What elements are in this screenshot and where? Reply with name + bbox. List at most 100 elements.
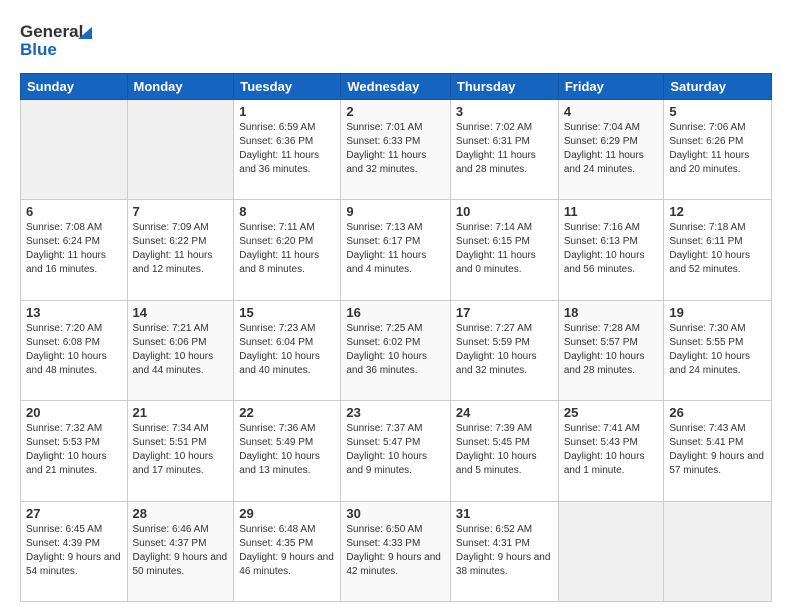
calendar-cell: 16Sunrise: 7:25 AM Sunset: 6:02 PM Dayli… bbox=[341, 300, 451, 400]
day-info: Sunrise: 7:43 AM Sunset: 5:41 PM Dayligh… bbox=[669, 422, 766, 478]
day-number: 3 bbox=[456, 104, 553, 119]
calendar-cell: 14 Sunrise: 7:21 AM Sunset: 6:06 PM Dayli… bbox=[127, 300, 234, 400]
calendar-cell: 6Sunrise: 7:08 AM Sunset: 6:24 PM Daylig… bbox=[21, 200, 128, 300]
day-info: Sunrise: 7:14 AM Sunset: 6:15 PM Dayligh… bbox=[456, 221, 553, 277]
day-info: Sunrise: 7:11 AM Sunset: 6:20 PM Dayligh… bbox=[239, 221, 335, 277]
day-number: 18 bbox=[564, 305, 659, 320]
day-number: 9 bbox=[346, 204, 445, 219]
day-number: 27 bbox=[26, 506, 122, 521]
calendar-cell: 24Sunrise: 7:39 AM Sunset: 5:45 PM Dayli… bbox=[450, 401, 558, 501]
day-info: Sunrise: 6:48 AM Sunset: 4:35 PM Dayligh… bbox=[239, 523, 335, 579]
day-number: 5 bbox=[669, 104, 766, 119]
day-number: 2 bbox=[346, 104, 445, 119]
day-info: Sunrise: 7:34 AM Sunset: 5:51 PM Dayligh… bbox=[133, 422, 229, 478]
week-row-2: 6Sunrise: 7:08 AM Sunset: 6:24 PM Daylig… bbox=[21, 200, 772, 300]
calendar-body: 1 Sunrise: 6:59 AM Sunset: 6:36 PM Daylig… bbox=[21, 100, 772, 602]
calendar-cell: 20Sunrise: 7:32 AM Sunset: 5:53 PM Dayli… bbox=[21, 401, 128, 501]
day-info: Sunrise: 7:09 AM Sunset: 6:22 PM Dayligh… bbox=[133, 221, 229, 277]
calendar-cell: 30 Sunrise: 6:50 AM Sunset: 4:33 PM Dayli… bbox=[341, 501, 451, 601]
day-number: 28 bbox=[133, 506, 229, 521]
calendar-cell bbox=[21, 100, 128, 200]
svg-text:General: General bbox=[20, 22, 83, 41]
day-info: Sunrise: 7:41 AM Sunset: 5:43 PM Dayligh… bbox=[564, 422, 659, 478]
day-number: 25 bbox=[564, 405, 659, 420]
day-number: 19 bbox=[669, 305, 766, 320]
day-number: 14 bbox=[133, 305, 229, 320]
week-row-5: 27 Sunrise: 6:45 AM Sunset: 4:39 PM Dayli… bbox=[21, 501, 772, 601]
day-info: Sunrise: 7:27 AM Sunset: 5:59 PM Dayligh… bbox=[456, 322, 553, 378]
header-day-sunday: Sunday bbox=[21, 74, 128, 100]
calendar-cell: 2 Sunrise: 7:01 AM Sunset: 6:33 PM Daylig… bbox=[341, 100, 451, 200]
day-number: 26 bbox=[669, 405, 766, 420]
calendar-cell: 31 Sunrise: 6:52 AM Sunset: 4:31 PM Dayli… bbox=[450, 501, 558, 601]
calendar-cell: 19 Sunrise: 7:30 AM Sunset: 5:55 PM Dayli… bbox=[664, 300, 772, 400]
day-number: 22 bbox=[239, 405, 335, 420]
day-number: 23 bbox=[346, 405, 445, 420]
calendar-cell: 9 Sunrise: 7:13 AM Sunset: 6:17 PM Daylig… bbox=[341, 200, 451, 300]
header: General Blue bbox=[20, 15, 772, 65]
calendar-cell: 4Sunrise: 7:04 AM Sunset: 6:29 PM Daylig… bbox=[558, 100, 664, 200]
calendar-table: SundayMondayTuesdayWednesdayThursdayFrid… bbox=[20, 73, 772, 602]
day-info: Sunrise: 7:23 AM Sunset: 6:04 PM Dayligh… bbox=[239, 322, 335, 378]
day-info: Sunrise: 6:46 AM Sunset: 4:37 PM Dayligh… bbox=[133, 523, 229, 579]
day-info: Sunrise: 7:06 AM Sunset: 6:26 PM Dayligh… bbox=[669, 121, 766, 177]
logo: General Blue bbox=[20, 15, 100, 65]
day-info: Sunrise: 6:59 AM Sunset: 6:36 PM Dayligh… bbox=[239, 121, 335, 177]
calendar-header-row: SundayMondayTuesdayWednesdayThursdayFrid… bbox=[21, 74, 772, 100]
day-info: Sunrise: 7:39 AM Sunset: 5:45 PM Dayligh… bbox=[456, 422, 553, 478]
calendar-cell: 17Sunrise: 7:27 AM Sunset: 5:59 PM Dayli… bbox=[450, 300, 558, 400]
day-number: 7 bbox=[133, 204, 229, 219]
calendar-cell bbox=[127, 100, 234, 200]
header-day-friday: Friday bbox=[558, 74, 664, 100]
day-info: Sunrise: 7:04 AM Sunset: 6:29 PM Dayligh… bbox=[564, 121, 659, 177]
day-info: Sunrise: 6:52 AM Sunset: 4:31 PM Dayligh… bbox=[456, 523, 553, 579]
day-number: 10 bbox=[456, 204, 553, 219]
day-info: Sunrise: 7:28 AM Sunset: 5:57 PM Dayligh… bbox=[564, 322, 659, 378]
calendar-cell: 12Sunrise: 7:18 AM Sunset: 6:11 PM Dayli… bbox=[664, 200, 772, 300]
day-info: Sunrise: 7:37 AM Sunset: 5:47 PM Dayligh… bbox=[346, 422, 445, 478]
week-row-3: 13 Sunrise: 7:20 AM Sunset: 6:08 PM Dayli… bbox=[21, 300, 772, 400]
calendar-cell bbox=[558, 501, 664, 601]
day-info: Sunrise: 7:36 AM Sunset: 5:49 PM Dayligh… bbox=[239, 422, 335, 478]
svg-text:Blue: Blue bbox=[20, 40, 57, 59]
day-number: 13 bbox=[26, 305, 122, 320]
day-number: 31 bbox=[456, 506, 553, 521]
calendar-cell: 25 Sunrise: 7:41 AM Sunset: 5:43 PM Dayli… bbox=[558, 401, 664, 501]
calendar-cell: 11Sunrise: 7:16 AM Sunset: 6:13 PM Dayli… bbox=[558, 200, 664, 300]
calendar-cell bbox=[664, 501, 772, 601]
header-day-tuesday: Tuesday bbox=[234, 74, 341, 100]
calendar-cell: 3 Sunrise: 7:02 AM Sunset: 6:31 PM Daylig… bbox=[450, 100, 558, 200]
day-info: Sunrise: 7:30 AM Sunset: 5:55 PM Dayligh… bbox=[669, 322, 766, 378]
day-number: 8 bbox=[239, 204, 335, 219]
calendar-cell: 22 Sunrise: 7:36 AM Sunset: 5:49 PM Dayli… bbox=[234, 401, 341, 501]
day-info: Sunrise: 7:13 AM Sunset: 6:17 PM Dayligh… bbox=[346, 221, 445, 277]
calendar-cell: 15Sunrise: 7:23 AM Sunset: 6:04 PM Dayli… bbox=[234, 300, 341, 400]
calendar-cell: 18 Sunrise: 7:28 AM Sunset: 5:57 PM Dayli… bbox=[558, 300, 664, 400]
calendar-cell: 29 Sunrise: 6:48 AM Sunset: 4:35 PM Dayli… bbox=[234, 501, 341, 601]
calendar-cell: 8 Sunrise: 7:11 AM Sunset: 6:20 PM Daylig… bbox=[234, 200, 341, 300]
day-info: Sunrise: 7:01 AM Sunset: 6:33 PM Dayligh… bbox=[346, 121, 445, 177]
day-number: 21 bbox=[133, 405, 229, 420]
day-info: Sunrise: 6:45 AM Sunset: 4:39 PM Dayligh… bbox=[26, 523, 122, 579]
calendar-cell: 13 Sunrise: 7:20 AM Sunset: 6:08 PM Dayli… bbox=[21, 300, 128, 400]
header-day-wednesday: Wednesday bbox=[341, 74, 451, 100]
day-number: 1 bbox=[239, 104, 335, 119]
calendar-cell: 28 Sunrise: 6:46 AM Sunset: 4:37 PM Dayli… bbox=[127, 501, 234, 601]
day-info: Sunrise: 7:20 AM Sunset: 6:08 PM Dayligh… bbox=[26, 322, 122, 378]
day-info: Sunrise: 6:50 AM Sunset: 4:33 PM Dayligh… bbox=[346, 523, 445, 579]
logo-svg: General Blue bbox=[20, 15, 100, 65]
day-number: 16 bbox=[346, 305, 445, 320]
header-day-monday: Monday bbox=[127, 74, 234, 100]
header-day-saturday: Saturday bbox=[664, 74, 772, 100]
calendar-cell: 21 Sunrise: 7:34 AM Sunset: 5:51 PM Dayli… bbox=[127, 401, 234, 501]
day-number: 30 bbox=[346, 506, 445, 521]
calendar-cell: 26 Sunrise: 7:43 AM Sunset: 5:41 PM Dayli… bbox=[664, 401, 772, 501]
calendar-cell: 1 Sunrise: 6:59 AM Sunset: 6:36 PM Daylig… bbox=[234, 100, 341, 200]
calendar-cell: 5 Sunrise: 7:06 AM Sunset: 6:26 PM Daylig… bbox=[664, 100, 772, 200]
day-info: Sunrise: 7:02 AM Sunset: 6:31 PM Dayligh… bbox=[456, 121, 553, 177]
day-number: 20 bbox=[26, 405, 122, 420]
day-number: 6 bbox=[26, 204, 122, 219]
header-day-thursday: Thursday bbox=[450, 74, 558, 100]
day-info: Sunrise: 7:21 AM Sunset: 6:06 PM Dayligh… bbox=[133, 322, 229, 378]
day-number: 29 bbox=[239, 506, 335, 521]
